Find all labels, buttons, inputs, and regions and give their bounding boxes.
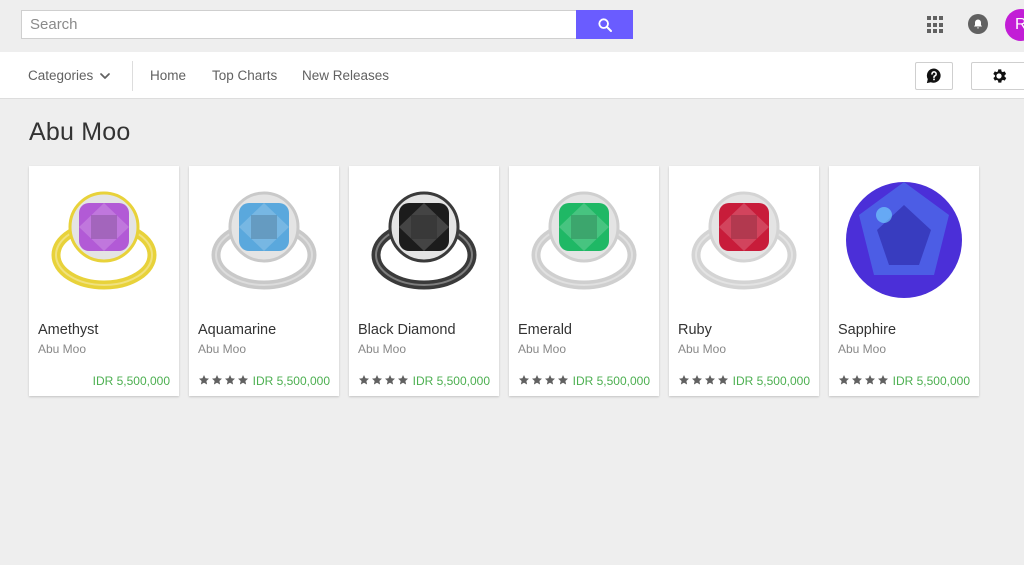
help-button[interactable] [915,62,953,90]
categories-label: Categories [28,68,94,83]
apps-grid-icon[interactable] [927,16,945,34]
search-bar [21,10,633,39]
product-title[interactable]: Ruby [678,322,712,338]
nav-link-top-charts[interactable]: Top Charts [212,52,277,99]
product-title[interactable]: Black Diamond [358,322,456,338]
product-price[interactable]: IDR 5,500,000 [93,374,170,388]
product-developer[interactable]: Abu Moo [678,342,726,356]
help-icon [926,68,941,84]
product-image[interactable] [669,166,819,314]
product-card[interactable]: Emerald Abu Moo IDR 5,500,000 [509,166,659,396]
star-icon [532,375,542,385]
product-price[interactable]: IDR 5,500,000 [733,374,810,388]
star-icon [519,375,529,385]
product-price[interactable]: IDR 5,500,000 [573,374,650,388]
star-icon [865,375,875,385]
search-icon [597,17,612,32]
star-icon [705,375,715,385]
star-icon [839,375,849,385]
star-icon [692,375,702,385]
product-image[interactable] [509,166,659,314]
product-card[interactable]: Sapphire Abu Moo IDR 5,500,000 [829,166,979,396]
rating-stars [358,374,409,386]
star-icon [852,375,862,385]
product-developer[interactable]: Abu Moo [358,342,406,356]
product-price[interactable]: IDR 5,500,000 [893,374,970,388]
product-card[interactable]: Black Diamond Abu Moo IDR 5,500,000 [349,166,499,396]
avatar[interactable]: R [1005,9,1024,41]
categories-dropdown[interactable]: Categories [28,52,111,99]
star-icon [212,375,222,385]
star-icon [199,375,209,385]
search-button[interactable] [576,10,633,39]
product-title[interactable]: Emerald [518,322,572,338]
star-icon [398,375,408,385]
product-title[interactable]: Amethyst [38,322,98,338]
star-icon [359,375,369,385]
rating-stars [838,374,889,386]
star-icon [679,375,689,385]
nav-link-home[interactable]: Home [150,52,186,99]
top-bar: R [0,0,1024,52]
page-title: Abu Moo [29,118,131,146]
product-title[interactable]: Aquamarine [198,322,276,338]
nav-divider [132,61,133,91]
nav-bar: Categories Home Top Charts New Releases [0,52,1024,99]
bell-glyph-icon [974,19,982,29]
product-developer[interactable]: Abu Moo [38,342,86,356]
search-input[interactable] [21,10,577,39]
product-image[interactable] [189,166,339,314]
product-price[interactable]: IDR 5,500,000 [253,374,330,388]
product-card[interactable]: Amethyst Abu Moo IDR 5,500,000 [29,166,179,396]
star-icon [238,375,248,385]
product-title[interactable]: Sapphire [838,322,896,338]
product-developer[interactable]: Abu Moo [198,342,246,356]
product-price[interactable]: IDR 5,500,000 [413,374,490,388]
chevron-down-icon [100,72,111,79]
product-image[interactable] [29,166,179,314]
rating-stars [678,374,729,386]
star-icon [372,375,382,385]
product-card[interactable]: Ruby Abu Moo IDR 5,500,000 [669,166,819,396]
product-developer[interactable]: Abu Moo [518,342,566,356]
star-icon [225,375,235,385]
rating-stars [198,374,249,386]
star-icon [718,375,728,385]
nav-link-new-releases[interactable]: New Releases [302,52,389,99]
star-icon [545,375,555,385]
product-developer[interactable]: Abu Moo [838,342,886,356]
product-image[interactable] [829,166,979,314]
star-icon [558,375,568,385]
rating-stars [518,374,569,386]
product-image[interactable] [349,166,499,314]
star-icon [878,375,888,385]
star-icon [385,375,395,385]
gear-icon [993,69,1007,83]
settings-button[interactable] [971,62,1024,90]
product-card[interactable]: Aquamarine Abu Moo IDR 5,500,000 [189,166,339,396]
bell-icon[interactable] [968,14,988,34]
